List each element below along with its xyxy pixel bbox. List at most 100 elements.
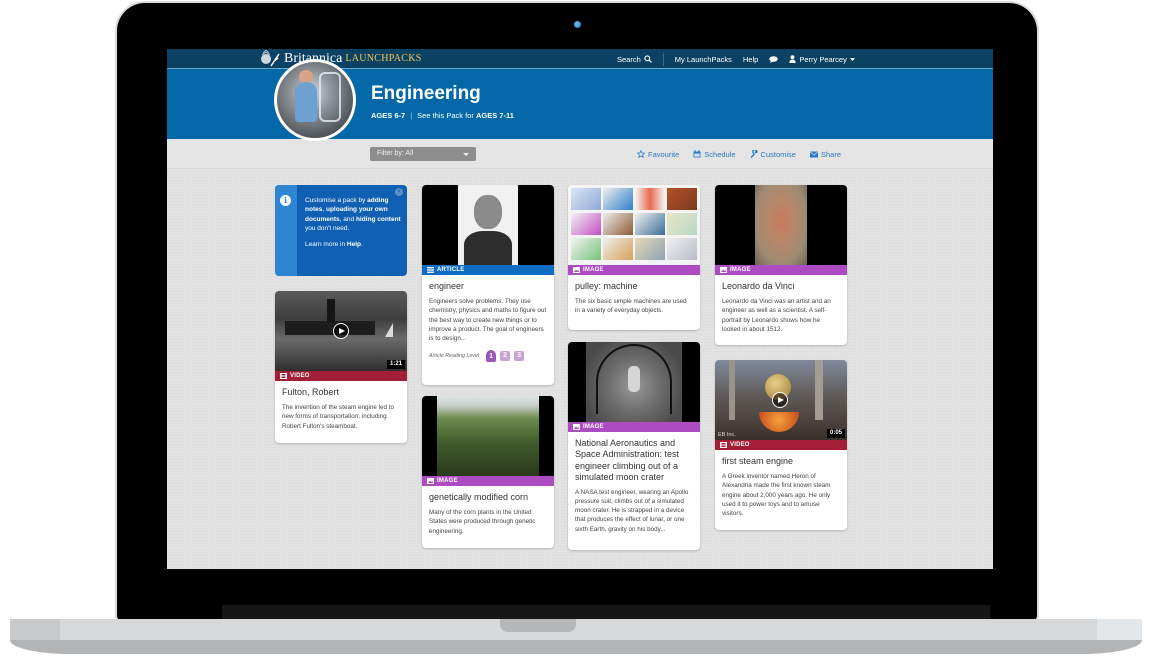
chat-bubble-icon [769,55,779,63]
tip-sep: , and [339,215,355,223]
share-button[interactable]: Share [809,150,841,159]
card-title[interactable]: Leonardo da Vinci [722,281,840,292]
video-credit: EB Inc. [718,432,736,438]
pack-actions: Favourite Schedule Customise Share [637,139,855,169]
image-badge: IMAGE [422,476,554,486]
badge-label: VIDEO [730,442,750,448]
card-title[interactable]: first steam engine [722,456,840,467]
card-description: A NASA test engineer, wearing an Apollo … [575,489,689,533]
picture-icon [427,478,434,484]
article-icon [427,267,434,273]
card-title[interactable]: genetically modified corn [429,492,547,503]
laptop-base [10,619,1142,640]
reading-level-2[interactable]: 2 [500,350,511,361]
help-link[interactable]: Help [347,241,361,248]
resource-card[interactable]: IMAGE Leonardo da Vinci Leonardo da Vinc… [715,185,847,345]
resource-card[interactable]: ARTICLE engineer Engineers solve problem… [422,185,554,385]
reading-level-selector: Article Reading Level 1 2 3 [429,349,547,362]
user-icon [789,55,797,63]
filter-value: Filter by: All [377,150,414,157]
card-title[interactable]: National Aeronautics and Space Administr… [575,438,693,483]
help-link[interactable]: Help [743,55,758,64]
search-link[interactable]: Search [617,55,652,64]
resource-card[interactable]: 1:21 VIDEO Fulton, Robert The invention … [275,291,407,443]
play-icon[interactable] [333,323,349,339]
film-icon [280,373,287,379]
film-icon [720,442,727,448]
favourite-button[interactable]: Favourite [637,150,679,159]
image-thumbnail[interactable] [568,185,700,265]
see-pack-prefix: See this Pack for [417,111,474,120]
resource-card[interactable]: EB Inc. 0:05 VIDEO first steam engine A … [715,360,847,530]
chevron-down-icon [463,153,469,156]
image-badge: IMAGE [715,265,847,275]
reading-level-3[interactable]: 3 [514,350,525,361]
info-icon: i [280,195,291,206]
see-other-pack-link[interactable]: See this Pack for AGES 7-11 [417,111,514,120]
wrench-icon [750,150,758,158]
card-description: Leonardo da Vinci was an artist and an e… [722,298,831,333]
search-icon [644,55,652,63]
card-description: A Greek inventor named Heron of Alexandr… [722,473,831,517]
header-nav: Search My LaunchPacks Help Perry Pearcey [617,49,866,69]
tip-bold: hiding content [355,215,401,223]
customise-tip-panel: i × Customise a pack by adding notes, up… [275,185,407,276]
badge-label: IMAGE [583,267,604,273]
card-title[interactable]: Fulton, Robert [282,387,400,398]
badge-label: IMAGE [437,478,458,484]
schedule-button[interactable]: Schedule [693,150,736,159]
learn-suffix: . [361,240,363,248]
card-title[interactable]: engineer [429,281,547,292]
laptop-notch [500,619,576,632]
play-icon[interactable] [772,392,788,408]
reading-level-1[interactable]: 1 [486,349,497,362]
product-name: LaunchPacks [345,53,422,64]
britannica-logo[interactable]: Britannica LaunchPacks [259,50,422,67]
video-duration: 0:05 [826,429,845,438]
article-thumbnail[interactable] [422,185,554,265]
image-thumbnail[interactable] [422,396,554,476]
close-icon[interactable]: × [395,188,403,196]
article-badge: ARTICLE [422,265,554,275]
card-description: Many of the corn plants in the United St… [429,509,536,535]
video-duration: 1:21 [386,360,405,369]
resource-card[interactable]: IMAGE National Aeronautics and Space Adm… [568,342,700,550]
customise-button[interactable]: Customise [750,150,796,159]
nav-divider [662,52,664,66]
video-badge: VIDEO [275,371,407,381]
laptop-base-bottom [10,640,1142,654]
other-ages: AGES 7-11 [475,111,514,120]
resource-card[interactable]: IMAGE genetically modified corn Many of … [422,396,554,548]
badge-label: VIDEO [290,373,310,379]
tip-line: Customise a pack by [305,197,366,204]
my-launchpacks-link[interactable]: My LaunchPacks [675,55,732,64]
user-name: Perry Pearcey [799,54,847,64]
page-title: Engineering [371,83,481,104]
laptop-hinge [222,605,990,619]
learn-prefix: Learn more in [305,240,346,248]
filter-dropdown[interactable]: Filter by: All [370,147,476,161]
pack-toolbar: Filter by: All Favourite Schedule Custom… [167,139,993,169]
chat-button[interactable] [769,55,779,63]
pack-avatar [274,59,356,141]
image-badge: IMAGE [568,265,700,275]
image-thumbnail[interactable] [715,185,847,265]
user-menu[interactable]: Perry Pearcey [789,55,855,64]
favourite-label: Favourite [648,149,680,159]
badge-label: IMAGE [583,424,604,430]
card-title[interactable]: pulley: machine [575,281,693,292]
badge-label: ARTICLE [437,267,465,273]
card-description: Engineers solve problems. They use chemi… [429,298,547,342]
age-info: AGES 6-7 | See this Pack for AGES 7-11 [371,111,514,120]
image-thumbnail[interactable] [568,342,700,422]
screen: Britannica LaunchPacks Search My LaunchP… [167,49,993,569]
current-ages: AGES 6-7 [371,111,406,120]
resource-card[interactable]: IMAGE pulley: machine The six basic simp… [568,185,700,330]
video-badge: VIDEO [715,440,847,450]
video-thumbnail[interactable]: EB Inc. 0:05 [715,360,847,440]
age-divider: | [410,111,413,120]
picture-icon [573,267,580,273]
reading-level-label: Article Reading Level [429,352,480,359]
tip-sep: , [322,206,325,214]
video-thumbnail[interactable]: 1:21 [275,291,407,371]
